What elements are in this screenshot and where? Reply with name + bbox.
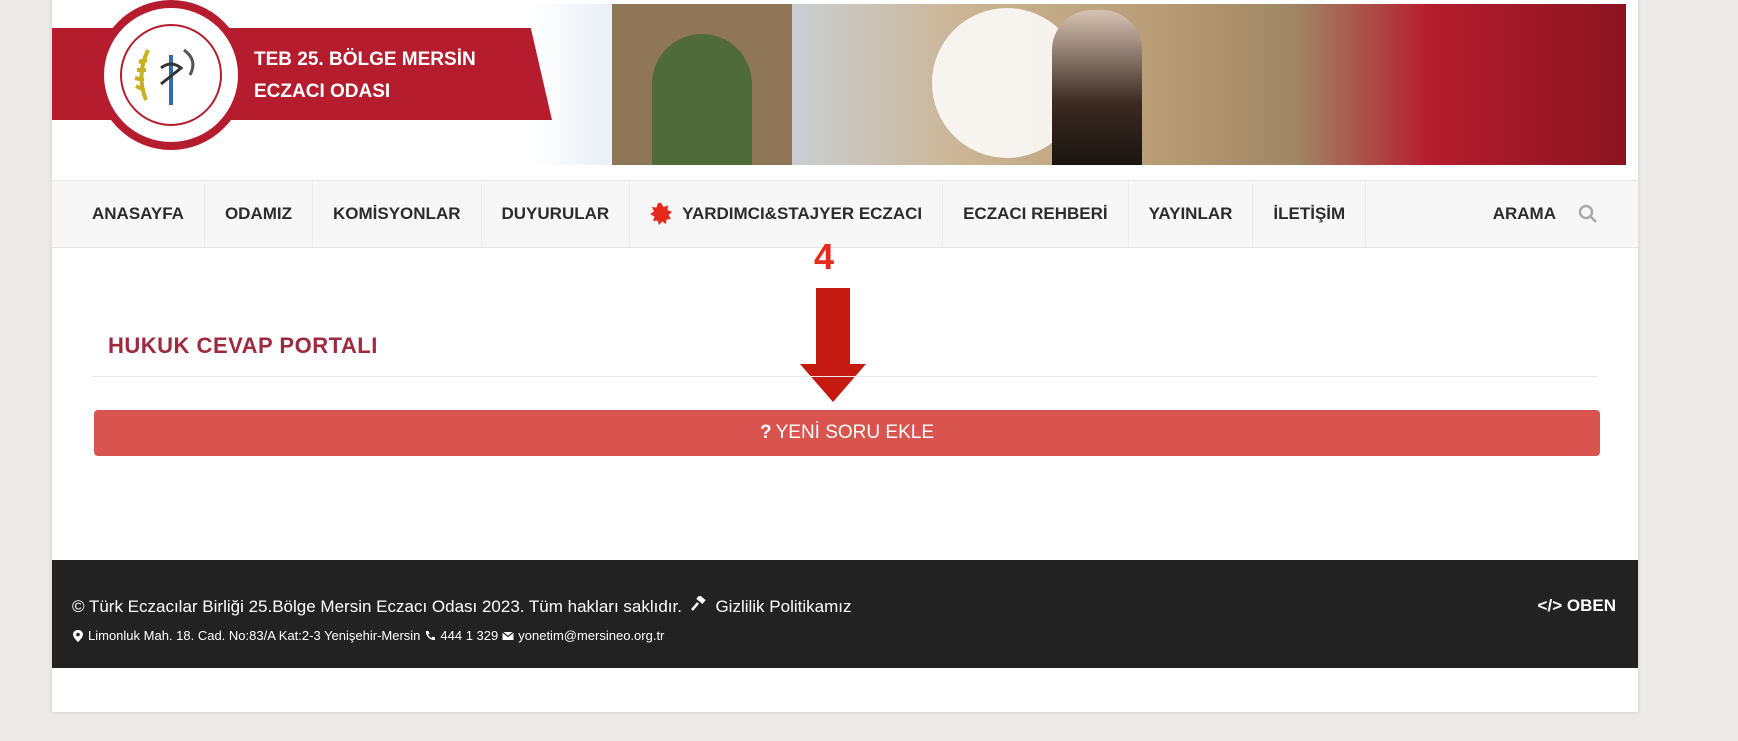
- nav-item-yayinlar[interactable]: YAYINLAR: [1129, 181, 1254, 247]
- page-title: HUKUK CEVAP PORTALI: [108, 333, 378, 358]
- main-navigation: ANASAYFA ODAMIZ KOMİSYONLAR DUYURULAR YA…: [52, 180, 1638, 248]
- new-badge-icon: [650, 203, 673, 225]
- code-icon: </>: [1537, 596, 1563, 615]
- search-toggle[interactable]: ARAMA: [1493, 204, 1638, 224]
- divider: [92, 376, 1598, 377]
- email-link[interactable]: yonetim@mersineo.org.tr: [518, 628, 664, 643]
- nav-item-label: YARDIMCI&STAJYER ECZACI: [682, 204, 923, 223]
- portrait-image: [1052, 10, 1142, 165]
- nav-item-iletisim[interactable]: İLETİŞİM: [1253, 181, 1367, 247]
- header-banner: TEB 25. BÖLGE MERSİN ECZACI ODASI: [52, 0, 1638, 165]
- pharmacy-seal-icon[interactable]: [96, 0, 246, 150]
- nav-item-label: ODAMIZ: [224, 204, 292, 223]
- address-text: Limonluk Mah. 18. Cad. No:83/A Kat:2-3 Y…: [88, 628, 421, 643]
- phone-text[interactable]: 444 1 329: [440, 628, 498, 643]
- nav-item-eczaci-rehberi[interactable]: ECZACI REHBERİ: [943, 181, 1129, 247]
- organization-name[interactable]: TEB 25. BÖLGE MERSİN ECZACI ODASI: [254, 44, 476, 108]
- envelope-icon: [502, 631, 515, 640]
- nav-item-label: ECZACI REHBERİ: [963, 204, 1108, 223]
- page-frame: TEB 25. BÖLGE MERSİN ECZACI ODASI ANASAY…: [52, 0, 1638, 712]
- add-question-label: YENİ SORU EKLE: [775, 422, 934, 443]
- nav-item-label: YAYINLAR: [1148, 204, 1233, 223]
- brand-label: OBEN: [1566, 596, 1616, 615]
- search-icon: [1578, 204, 1597, 223]
- footer: © Türk Eczacılar Birliği 25.Bölge Mersin…: [52, 560, 1638, 668]
- nav-item-label: DUYURULAR: [501, 204, 610, 223]
- developer-credit[interactable]: </> OBEN: [1538, 596, 1616, 616]
- map-marker-icon: [73, 629, 83, 642]
- nav-item-duyurular[interactable]: DUYURULAR: [482, 181, 631, 247]
- gavel-icon: [690, 596, 706, 611]
- search-label: ARAMA: [1492, 204, 1556, 223]
- nav-item-label: KOMİSYONLAR: [333, 204, 461, 223]
- down-arrow-icon: [800, 288, 866, 402]
- stone-arch-image: [612, 4, 792, 165]
- nav-item-yardimci-stajyer[interactable]: YARDIMCI&STAJYER ECZACI: [630, 181, 944, 247]
- add-question-button[interactable]: ? YENİ SORU EKLE: [94, 410, 1600, 456]
- footer-copyright: © Türk Eczacılar Birliği 25.Bölge Mersin…: [72, 596, 851, 617]
- nav-item-anasayfa[interactable]: ANASAYFA: [52, 181, 205, 247]
- org-line-2: ECZACI ODASI: [254, 81, 391, 102]
- phone-icon: [426, 630, 436, 640]
- annotation-step-number: 4: [814, 236, 835, 277]
- question-icon: ?: [760, 422, 772, 443]
- org-line-1: TEB 25. BÖLGE MERSİN: [254, 49, 476, 70]
- nav-item-odamiz[interactable]: ODAMIZ: [205, 181, 313, 247]
- copyright-text: © Türk Eczacılar Birliği 25.Bölge Mersin…: [72, 597, 682, 616]
- nav-item-komisyonlar[interactable]: KOMİSYONLAR: [313, 181, 482, 247]
- nav-item-label: ANASAYFA: [92, 204, 184, 223]
- privacy-policy-link[interactable]: Gizlilik Politikamız: [715, 597, 851, 616]
- footer-contact: Limonluk Mah. 18. Cad. No:83/A Kat:2-3 Y…: [72, 628, 664, 643]
- nav-item-label: İLETİŞİM: [1273, 204, 1346, 223]
